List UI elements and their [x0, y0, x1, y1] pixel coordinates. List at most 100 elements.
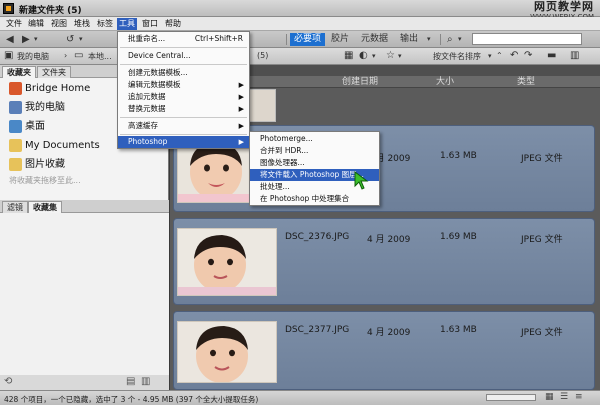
toolbar: ◀ ▶ ▾ ↺ ▾ 必要项 胶片 元数据 输出 ▾ ⌕ ▾	[0, 31, 600, 48]
thumbnail-size-slider[interactable]	[486, 394, 536, 401]
menu-item-shortcut: Ctrl+Shift+R	[194, 34, 243, 43]
favorite-my-pictures[interactable]: 图片收藏	[9, 156, 65, 174]
file-type: JPEG 文件	[521, 328, 563, 338]
menu-item-label: Photomerge...	[260, 134, 313, 143]
history-dropdown-icon[interactable]: ▾	[34, 33, 38, 46]
menu-item-label: 在 Photoshop 中处理集合	[260, 194, 350, 203]
boomerang-icon[interactable]: ↺	[66, 33, 74, 46]
status-bar: 428 个项目，一个已隐藏，选中了 3 个 - 4.95 MB (397 个全大…	[0, 390, 600, 405]
menu-separator	[120, 117, 247, 118]
favorite-desktop[interactable]: 桌面	[9, 118, 45, 136]
workspace-essentials[interactable]: 必要项	[290, 33, 326, 46]
search-dropdown-icon[interactable]: ▾	[458, 33, 462, 46]
column-size[interactable]: 大小	[436, 76, 454, 88]
workspace-metadata[interactable]: 元数据	[357, 33, 392, 46]
tab-filter[interactable]: 滤镜	[2, 201, 28, 213]
search-icon[interactable]: ⌕	[447, 33, 453, 46]
file-date: 4 月 2009	[367, 235, 411, 245]
tab-collections[interactable]: 收藏集	[28, 201, 62, 213]
search-input[interactable]	[472, 33, 582, 45]
grid-view-icon[interactable]: ▦	[344, 50, 353, 62]
collections-panel	[0, 213, 169, 375]
view-grid-icon[interactable]: ▦	[545, 392, 554, 402]
favorite-bridge-home[interactable]: Bridge Home	[9, 80, 90, 98]
menu-edit[interactable]: 编辑	[26, 18, 46, 30]
menu-item-image-processor[interactable]: 图像处理器...	[250, 157, 379, 169]
rating-dropdown-icon[interactable]: ▾	[398, 50, 402, 62]
menu-tools[interactable]: 工具	[117, 18, 137, 30]
file-name: DSC_2377.JPG	[285, 325, 350, 335]
breadcrumb-folder[interactable]: (5)	[257, 51, 268, 60]
trash-icon[interactable]: ▥	[570, 50, 579, 62]
menu-item-label: Device Central...	[128, 51, 191, 60]
new-folder-icon[interactable]: ▬	[547, 50, 556, 62]
new-collection-icon[interactable]: ▤	[126, 376, 135, 387]
menu-item-label: 将文件载入 Photoshop 图层...	[260, 170, 364, 179]
favorite-label: My Documents	[25, 140, 100, 151]
filter-dropdown-icon[interactable]: ▾	[372, 50, 376, 62]
photoshop-submenu: Photomerge... 合并到 HDR... 图像处理器... 将文件载入 …	[249, 131, 380, 206]
watermark-title: 网页教学网	[534, 0, 594, 13]
tab-folders[interactable]: 文件夹	[37, 66, 71, 78]
view-list-icon[interactable]: ≡	[575, 392, 583, 402]
menu-item-append-metadata[interactable]: 追加元数据 ▶	[118, 91, 249, 103]
rotate-left-icon[interactable]: ↶	[510, 50, 518, 62]
window-title: 新建文件夹 (5)	[19, 6, 82, 16]
menu-item-process-collections[interactable]: 在 Photoshop 中处理集合	[250, 193, 379, 205]
menu-item-batch-rename[interactable]: 批重命名... Ctrl+Shift+R	[118, 33, 249, 45]
menu-item-device-central[interactable]: Device Central...	[118, 50, 249, 62]
column-created-date[interactable]: 创建日期	[342, 76, 378, 88]
toolbar-separator	[440, 34, 441, 45]
menu-item-merge-to-hdr[interactable]: 合并到 HDR...	[250, 145, 379, 157]
favorite-label: Bridge Home	[25, 83, 91, 94]
tab-favorites[interactable]: 收藏夹	[2, 66, 36, 78]
sort-by-filename[interactable]: 按文件名排序	[433, 51, 481, 62]
breadcrumb-chevron-icon[interactable]: ›	[64, 50, 67, 62]
sort-dropdown-icon[interactable]: ▾	[488, 50, 492, 62]
menu-stack[interactable]: 堆栈	[72, 18, 92, 30]
column-type[interactable]: 类型	[517, 76, 535, 88]
back-icon[interactable]: ◀	[6, 33, 14, 46]
menu-label[interactable]: 标签	[95, 18, 115, 30]
boomerang-dropdown-icon[interactable]: ▾	[79, 33, 83, 46]
menu-item-create-metadata-template[interactable]: 创建元数据模板...	[118, 67, 249, 79]
forward-icon[interactable]: ▶	[22, 33, 30, 46]
menu-item-label: 批处理...	[260, 182, 290, 191]
bridge-home-icon	[9, 81, 22, 95]
file-type: JPEG 文件	[521, 154, 563, 164]
sort-order-icon[interactable]: ⌃	[496, 50, 503, 62]
mouse-cursor-icon	[354, 171, 369, 190]
menu-item-label: 替换元数据	[128, 104, 166, 113]
file-row[interactable]: DSC_2377.JPG 4 月 2009 1.63 MB JPEG 文件	[173, 311, 595, 390]
delete-collection-icon[interactable]: ▥	[141, 376, 150, 387]
menu-item-edit-metadata-template[interactable]: 编辑元数据模板 ▶	[118, 79, 249, 91]
submenu-arrow-icon: ▶	[238, 105, 244, 113]
menu-item-replace-metadata[interactable]: 替换元数据 ▶	[118, 103, 249, 115]
workspace-filmstrip[interactable]: 胶片	[327, 33, 353, 46]
workspace-output[interactable]: 输出	[396, 33, 422, 46]
view-details-icon[interactable]: ☰	[560, 392, 568, 402]
star-icon[interactable]: ☆	[386, 50, 395, 62]
breadcrumb-local-disk[interactable]: 本地...	[88, 51, 112, 62]
menu-item-label: 合并到 HDR...	[260, 146, 309, 155]
menu-view[interactable]: 视图	[49, 18, 69, 30]
submenu-arrow-icon: ▶	[238, 93, 244, 101]
menu-item-cache[interactable]: 高速缓存 ▶	[118, 120, 249, 132]
filter-icon[interactable]: ◐	[359, 50, 368, 62]
rotate-right-icon[interactable]: ↷	[524, 50, 532, 62]
favorite-label: 图片收藏	[25, 159, 65, 170]
favorite-my-computer[interactable]: 我的电脑	[9, 99, 65, 117]
file-row[interactable]: DSC_2376.JPG 4 月 2009 1.69 MB JPEG 文件	[173, 218, 595, 305]
menu-window[interactable]: 窗口	[140, 18, 160, 30]
menu-item-label: 图像处理器...	[260, 158, 305, 167]
menu-help[interactable]: 帮助	[163, 18, 183, 30]
menu-item-photoshop[interactable]: Photoshop ▶	[118, 136, 249, 148]
favorite-my-documents[interactable]: My Documents	[9, 137, 100, 155]
smart-collection-icon[interactable]: ⟲	[4, 376, 12, 387]
menu-item-photomerge[interactable]: Photomerge...	[250, 133, 379, 145]
breadcrumb-my-computer[interactable]: 我的电脑	[17, 51, 49, 62]
menu-file[interactable]: 文件	[4, 18, 24, 30]
workspace-menu-chevron-icon[interactable]: ▾	[427, 33, 431, 46]
file-thumbnail[interactable]	[177, 321, 277, 383]
file-thumbnail[interactable]	[177, 228, 277, 296]
